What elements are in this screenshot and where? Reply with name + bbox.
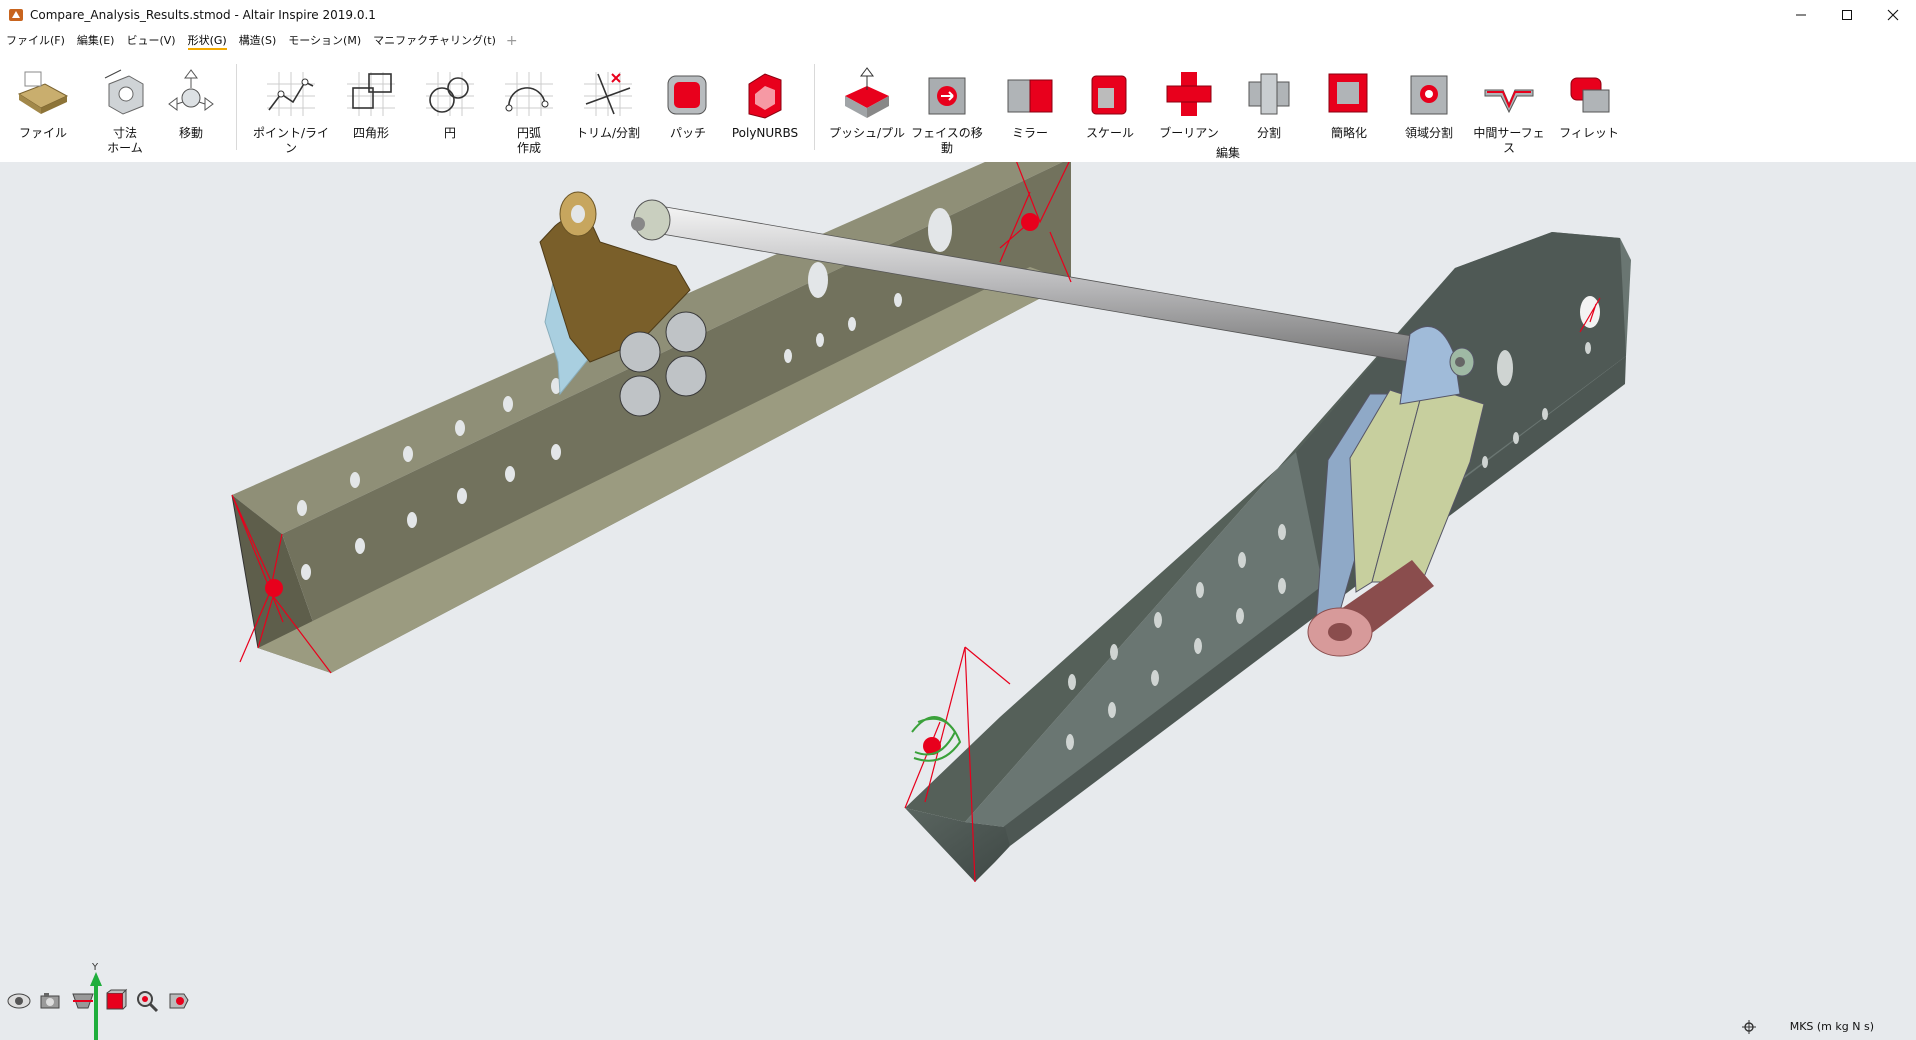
app-logo-icon <box>9 9 23 21</box>
ribbon-toolbar: ファイル 寸法 ホーム 移動 ポイント/ライン 四角形 円 円弧 作成 トリム/… <box>0 52 1916 162</box>
tool-partition[interactable]: 分割 <box>1228 64 1310 141</box>
maximize-button[interactable] <box>1824 0 1870 30</box>
mirror-icon <box>1007 79 1053 113</box>
eye-icon[interactable] <box>6 988 32 1014</box>
menu-manufacturing[interactable]: マニファクチャリング(t) <box>367 31 502 51</box>
move-faces-icon <box>928 77 966 115</box>
tool-patch[interactable]: パッチ <box>647 64 729 141</box>
dimension-home-icon <box>104 69 144 115</box>
view-cube-icon[interactable] <box>102 988 128 1014</box>
push-pull-icon <box>845 67 889 118</box>
partition-icon <box>1248 73 1290 115</box>
units-selector[interactable]: MKS (m kg N s) <box>1790 1020 1874 1033</box>
window-title: Compare_Analysis_Results.stmod - Altair … <box>30 8 376 22</box>
3d-viewport[interactable]: Y X Z <box>0 162 1916 1040</box>
tool-polynurbs[interactable]: PolyNURBS <box>724 64 806 141</box>
tool-point-line[interactable]: ポイント/ライン <box>250 64 332 156</box>
tool-fillet-label: フィレット <box>1559 126 1619 140</box>
tool-rectangle-label: 四角形 <box>352 126 389 140</box>
tool-mirror-label: ミラー <box>1011 126 1048 140</box>
rectangle-icon <box>347 72 395 116</box>
midsurface-icon <box>1484 89 1534 114</box>
boolean-icon <box>1166 72 1212 116</box>
toolbar-separator <box>236 64 237 150</box>
tool-push-pull[interactable]: プッシュ/プル <box>826 64 908 141</box>
tool-midsurface-label: 中間サーフェス <box>1473 126 1545 155</box>
tool-point-line-label: ポイント/ライン <box>252 126 330 155</box>
tool-circle[interactable]: 円 <box>409 64 491 141</box>
move-icon <box>168 69 214 111</box>
fillet-icon <box>1570 77 1610 113</box>
tool-move[interactable]: 移動 <box>150 64 232 141</box>
minimize-icon <box>1796 14 1806 16</box>
tool-mirror[interactable]: ミラー <box>989 64 1071 141</box>
camera-icon[interactable] <box>38 988 64 1014</box>
point-line-icon <box>267 72 315 116</box>
tool-simplify-label: 簡略化 <box>1330 126 1367 140</box>
tool-partition-label: 分割 <box>1256 126 1281 140</box>
tool-midsurface[interactable]: 中間サーフェス <box>1468 64 1550 156</box>
tool-region-split-label: 領域分割 <box>1404 126 1453 140</box>
y-axis-label: Y <box>91 962 99 973</box>
menu-structure[interactable]: 構造(S) <box>233 31 283 51</box>
polynurbs-icon <box>748 73 782 119</box>
snap-settings-icon[interactable] <box>1742 1020 1756 1034</box>
tool-circle-label: 円 <box>443 126 456 140</box>
arc-icon <box>505 72 553 116</box>
menu-motion[interactable]: モーション(M) <box>282 31 367 51</box>
menu-view[interactable]: ビュー(V) <box>120 31 181 51</box>
tool-file[interactable]: ファイル <box>2 64 84 141</box>
section-cut-icon[interactable] <box>70 988 96 1014</box>
close-button[interactable] <box>1870 0 1916 30</box>
tool-rectangle[interactable]: 四角形 <box>330 64 412 141</box>
zoom-icon[interactable] <box>134 988 160 1014</box>
tool-move-faces[interactable]: フェイスの移動 <box>906 64 988 156</box>
menu-geometry[interactable]: 形状(G) <box>182 31 233 51</box>
render-mode-icon[interactable] <box>166 988 192 1014</box>
trim-split-icon <box>584 72 632 116</box>
tool-trim-split-label: トリム/分割 <box>575 126 641 140</box>
tool-region-split[interactable]: 領域分割 <box>1388 64 1470 141</box>
tool-file-label: ファイル <box>18 126 67 140</box>
tool-push-pull-label: プッシュ/プル <box>828 126 906 140</box>
circle-icon <box>426 72 474 116</box>
tool-scale-label: スケール <box>1085 126 1134 140</box>
model-scene <box>231 162 1631 883</box>
close-icon <box>1887 9 1899 21</box>
tool-polynurbs-label: PolyNURBS <box>731 126 799 140</box>
patch-icon <box>667 75 707 115</box>
tool-simplify[interactable]: 簡略化 <box>1308 64 1390 141</box>
tool-boolean[interactable]: ブーリアン <box>1148 64 1230 141</box>
group-label-edit: 編集 <box>1216 146 1241 160</box>
tool-arc-label: 円弧 作成 <box>516 126 541 155</box>
menu-bar: ファイル(F) 編集(E) ビュー(V) 形状(G) 構造(S) モーション(M… <box>0 30 1916 52</box>
toolbar-separator <box>814 64 815 150</box>
tool-move-faces-label: フェイスの移動 <box>911 126 983 155</box>
region-split-icon <box>1410 75 1448 115</box>
tool-boolean-label: ブーリアン <box>1159 126 1219 140</box>
menu-edit[interactable]: 編集(E) <box>71 31 121 51</box>
simplify-icon <box>1328 73 1368 113</box>
minimize-button[interactable] <box>1778 0 1824 30</box>
tool-fillet[interactable]: フィレット <box>1548 64 1630 141</box>
tool-trim-split[interactable]: トリム/分割 <box>567 64 649 141</box>
title-bar: Compare_Analysis_Results.stmod - Altair … <box>0 0 1916 31</box>
tool-move-label: 移動 <box>178 126 203 140</box>
menu-file[interactable]: ファイル(F) <box>0 31 71 51</box>
file-icon <box>17 71 69 114</box>
tool-patch-label: パッチ <box>669 126 706 140</box>
maximize-icon <box>1842 10 1852 20</box>
tool-arc[interactable]: 円弧 作成 <box>488 64 570 156</box>
view-tools <box>6 988 192 1014</box>
scale-icon <box>1091 75 1127 115</box>
tool-scale[interactable]: スケール <box>1069 64 1151 141</box>
add-tab-button[interactable]: + <box>502 33 522 49</box>
